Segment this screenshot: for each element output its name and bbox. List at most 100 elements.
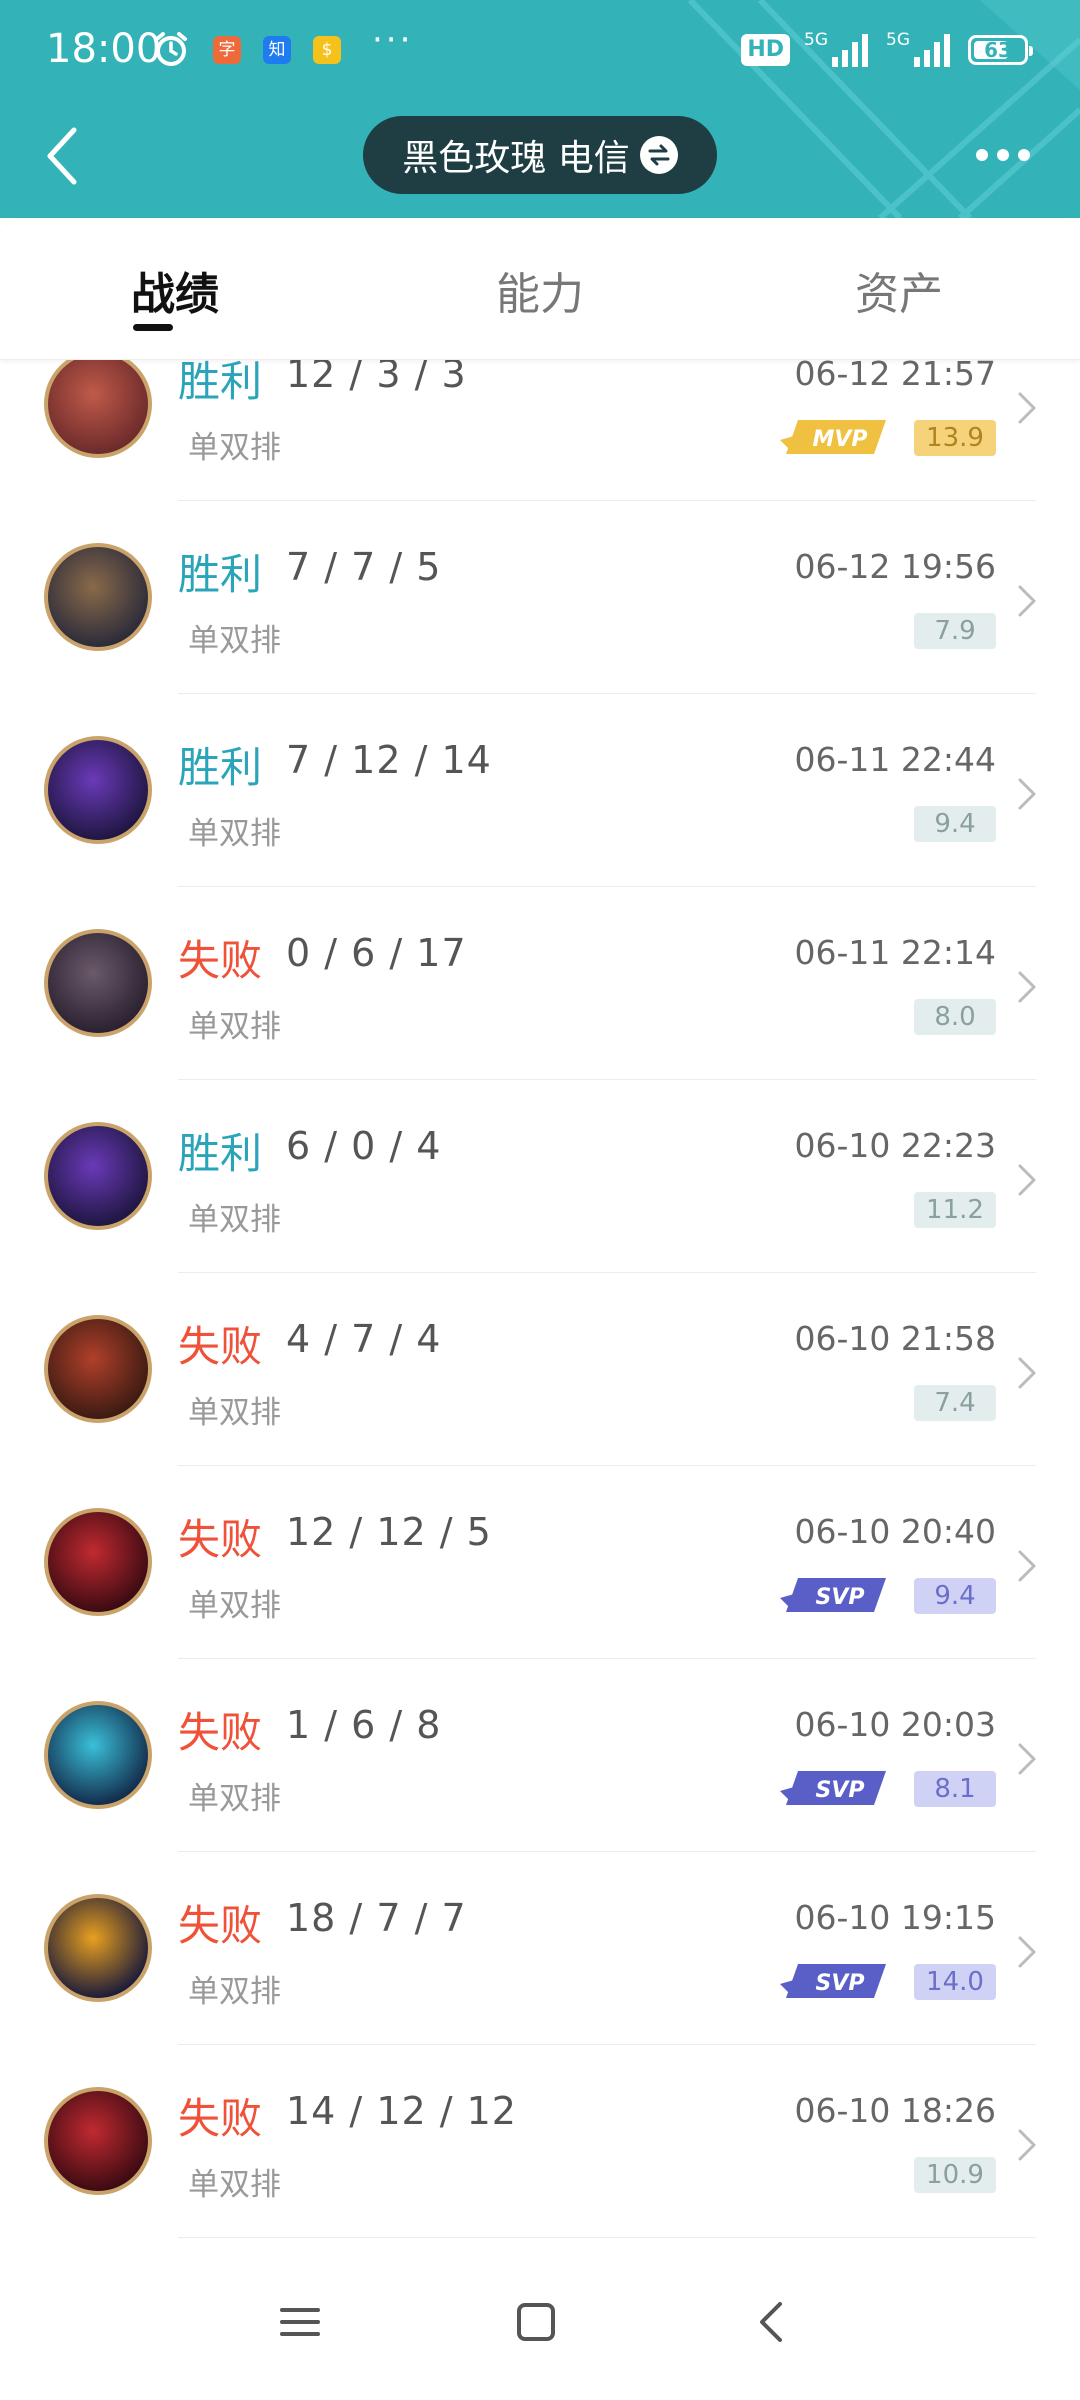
status-time: 18:00 [46,26,162,72]
kda-stats: 1 / 6 / 8 [286,1703,442,1747]
back-icon[interactable] [742,2292,802,2352]
match-row[interactable]: 失败 4 / 7 / 4 单双排 06-10 21:58 7.4 [0,1273,1080,1466]
menu-icon[interactable] [270,2292,330,2352]
swap-icon [639,136,678,174]
match-date: 06-12 19:56 [794,547,996,586]
hero-avatar [44,1894,152,2002]
row-divider [178,2237,1036,2238]
badge-label: SVP [816,1971,865,1996]
match-date: 06-10 21:58 [794,1319,996,1358]
hero-avatar [44,1701,152,1809]
match-row[interactable]: 胜利 7 / 12 / 14 单双排 06-11 22:44 9.4 [0,694,1080,887]
match-row[interactable]: 胜利 12 / 3 / 3 单双排 06-12 21:57 MVP 13.9 [0,360,1080,501]
kda-stats: 6 / 0 / 4 [286,1124,442,1168]
alarm-icon [155,32,187,66]
home-square-icon[interactable] [506,2292,566,2352]
match-score: 8.0 [914,999,996,1035]
chevron-right-icon [1018,392,1036,424]
match-date: 06-10 20:40 [794,1512,996,1551]
account-switcher[interactable]: 黑色玫瑰 电信 [363,116,717,194]
match-score: 14.0 [914,1964,996,2000]
kda-stats: 12 / 3 / 3 [286,360,467,396]
signal-icon [832,34,868,67]
match-result: 胜利 [178,1129,263,1178]
zhihu-icon: 知 [263,36,291,64]
kda-stats: 0 / 6 / 17 [286,931,467,975]
mvp-badge-icon: MVP [780,420,886,454]
game-mode: 单双排 [188,1588,281,1624]
match-date: 06-11 22:14 [794,933,996,972]
chevron-right-icon [1018,1357,1036,1389]
match-result: 胜利 [178,550,263,599]
match-score: 11.2 [914,1192,996,1228]
game-mode: 单双排 [188,1395,281,1431]
network-type-2: 5G [886,30,910,50]
more-options-button[interactable] [976,140,1040,170]
match-score: 7.9 [914,613,996,649]
hero-avatar [44,2087,152,2195]
chevron-right-icon [1018,1164,1036,1196]
game-mode: 单双排 [188,2167,281,2203]
more-dot-icon [997,149,1009,161]
tab-assets[interactable]: 资产 [855,258,943,322]
match-result: 失败 [178,1901,263,1950]
match-result: 失败 [178,936,263,985]
hd-voice-icon: HD [741,34,790,66]
app-badge-red-icon: 字 [213,36,241,64]
game-mode: 单双排 [188,816,281,852]
hero-avatar [44,929,152,1037]
match-row[interactable]: 失败 18 / 7 / 7 单双排 06-10 19:15 SVP 14.0 [0,1852,1080,2045]
tab-bar: 战绩 能力 资产 [0,218,1080,360]
hero-avatar [44,736,152,844]
hero-avatar [44,1315,152,1423]
svp-badge-icon: SVP [780,1964,886,1998]
match-result: 失败 [178,2094,263,2143]
tab-ability[interactable]: 能力 [496,258,584,322]
kda-stats: 4 / 7 / 4 [286,1317,442,1361]
kda-stats: 18 / 7 / 7 [286,1896,467,1940]
game-mode: 单双排 [188,1974,281,2010]
app-badge-yellow-icon: $ [313,36,341,64]
back-button[interactable] [40,124,84,188]
status-bar: 18:00 字 知 $ ··· HD 5G 5G 63 [0,0,1080,100]
chevron-right-icon [1018,778,1036,810]
kda-stats: 7 / 12 / 14 [286,738,492,782]
match-row[interactable]: 失败 1 / 6 / 8 单双排 06-10 20:03 SVP 8.1 [0,1659,1080,1852]
battery-level: 63 [984,38,1012,62]
match-row[interactable]: 失败 0 / 6 / 17 单双排 06-11 22:14 8.0 [0,887,1080,1080]
match-row[interactable]: 胜利 7 / 7 / 5 单双排 06-12 19:56 7.9 [0,501,1080,694]
match-list[interactable]: 胜利 12 / 3 / 3 单双排 06-12 21:57 MVP 13.9 胜利 7 / 7… [0,360,1080,2240]
badge-label: SVP [816,1585,865,1610]
match-date: 06-12 21:57 [794,360,996,393]
match-row[interactable]: 胜利 6 / 0 / 4 单双排 06-10 22:23 11.2 [0,1080,1080,1273]
game-mode: 单双排 [188,1781,281,1817]
match-score: 7.4 [914,1385,996,1421]
more-dot-icon [1018,149,1030,161]
match-score: 8.1 [914,1771,996,1807]
game-mode: 单双排 [188,1202,281,1238]
match-date: 06-10 20:03 [794,1705,996,1744]
chevron-right-icon [1018,1550,1036,1582]
more-dot-icon [976,149,988,161]
match-score: 9.4 [914,1578,996,1614]
status-right-group: HD 5G 5G 63 [741,30,1033,70]
hero-avatar [44,1508,152,1616]
match-date: 06-10 22:23 [794,1126,996,1165]
system-nav-bar [0,2240,1080,2400]
match-result: 胜利 [178,743,263,792]
network-type-1: 5G [804,30,828,50]
active-tab-indicator [133,324,173,331]
tab-match-history[interactable]: 战绩 [131,258,219,322]
match-row[interactable]: 失败 14 / 12 / 12 单双排 06-10 18:26 10.9 [0,2045,1080,2238]
match-row[interactable]: 失败 12 / 12 / 5 单双排 06-10 20:40 SVP 9.4 [0,1466,1080,1659]
signal-icon-2 [914,34,950,67]
battery-icon: 63 [968,35,1033,65]
badge-label: SVP [816,1778,865,1803]
kda-stats: 7 / 7 / 5 [286,545,442,589]
game-mode: 单双排 [188,623,281,659]
match-score: 9.4 [914,806,996,842]
match-score: 13.9 [914,420,996,456]
hero-avatar [44,360,152,458]
kda-stats: 12 / 12 / 5 [286,1510,492,1554]
game-mode: 单双排 [188,430,281,466]
